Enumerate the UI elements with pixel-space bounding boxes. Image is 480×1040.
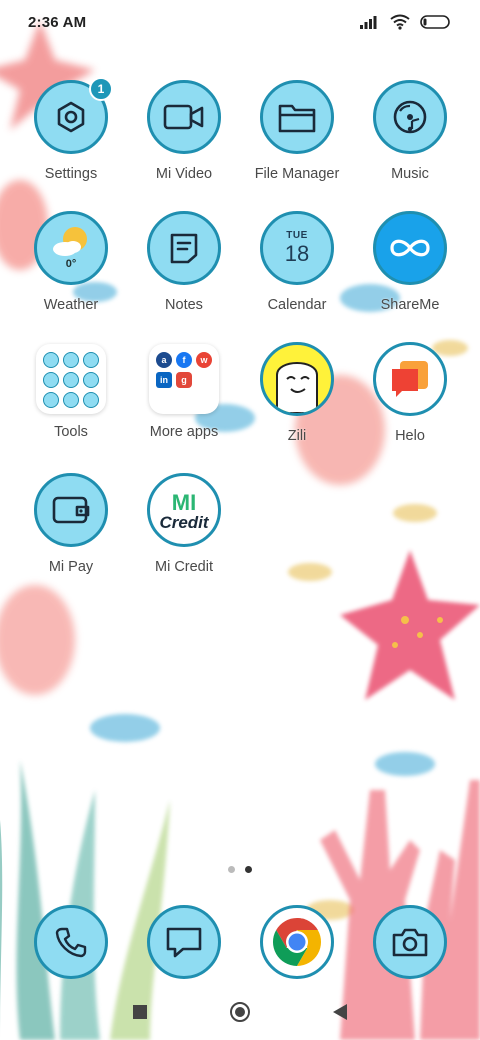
mini-linkedin-icon: in xyxy=(156,372,172,388)
weather-sun-cloud-icon: 0° xyxy=(34,211,108,285)
app-shareme[interactable]: ShareMe xyxy=(355,211,465,313)
helo-chat-icon xyxy=(373,342,447,416)
message-icon xyxy=(147,905,221,979)
page-dot[interactable] xyxy=(228,866,235,873)
app-label: Helo xyxy=(395,428,425,444)
folder-mini-icon xyxy=(43,372,59,388)
status-icons xyxy=(360,14,452,30)
app-label: Settings xyxy=(44,166,98,182)
mi-credit-icon: MI Credit xyxy=(147,473,221,547)
navigation-bar xyxy=(0,990,480,1034)
folder-mini-icon xyxy=(83,392,99,408)
app-mi-credit[interactable]: MI Credit Mi Credit xyxy=(129,473,239,575)
music-disc-icon xyxy=(373,80,447,154)
folder-mini-icon xyxy=(63,392,79,408)
status-time: 2:36 AM xyxy=(28,13,87,31)
app-music[interactable]: Music xyxy=(355,80,465,182)
app-zili[interactable]: Zili xyxy=(242,342,352,444)
mini-app-icon: a xyxy=(156,352,172,368)
folder-icon xyxy=(260,80,334,154)
app-settings[interactable]: 1 Settings xyxy=(16,77,126,182)
more-apps-folder-icon: a f w in g xyxy=(149,344,219,414)
app-notes[interactable]: Notes xyxy=(129,211,239,313)
calendar-day: 18 xyxy=(284,241,310,266)
app-mi-video[interactable]: Mi Video xyxy=(129,80,239,182)
app-calendar[interactable]: TUE 18 Calendar xyxy=(242,211,352,313)
dock-messages[interactable] xyxy=(129,905,239,979)
app-label: Zili xyxy=(287,428,307,444)
dock-camera[interactable] xyxy=(355,905,465,979)
app-label: ShareMe xyxy=(380,297,440,313)
app-more-apps-folder[interactable]: a f w in g More apps xyxy=(129,342,239,440)
folder-mini-icon xyxy=(43,392,59,408)
dock-phone[interactable] xyxy=(16,905,126,979)
app-label: Tools xyxy=(54,424,88,440)
folder-mini-icon xyxy=(63,372,79,388)
settings-hexagon-icon: 1 xyxy=(34,77,113,154)
zili-face-icon xyxy=(260,342,334,416)
recents-button[interactable] xyxy=(122,1000,158,1024)
camera-icon xyxy=(373,905,447,979)
video-camera-icon xyxy=(147,80,221,154)
folder-mini-icon xyxy=(83,352,99,368)
wifi-icon xyxy=(390,14,410,30)
back-triangle-icon xyxy=(333,1004,347,1020)
phone-icon xyxy=(34,905,108,979)
app-label: Notes xyxy=(165,297,203,313)
app-label: Music xyxy=(391,166,429,182)
app-file-manager[interactable]: File Manager xyxy=(242,80,352,182)
page-indicator xyxy=(0,866,480,873)
app-label: Mi Video xyxy=(155,166,213,182)
app-label: More apps xyxy=(149,424,219,440)
folder-mini-icon xyxy=(43,352,59,368)
weather-temperature: 0° xyxy=(65,258,77,270)
mi-credit-logo-bottom: Credit xyxy=(159,513,209,532)
app-label: Weather xyxy=(43,297,99,313)
page-dot-active[interactable] xyxy=(245,866,252,873)
signal-icon xyxy=(360,15,380,29)
mini-facebook-icon: f xyxy=(176,352,192,368)
calendar-icon: TUE 18 xyxy=(260,211,334,285)
home-button[interactable] xyxy=(222,1000,258,1024)
folder-mini-icon xyxy=(63,352,79,368)
home-circle-icon xyxy=(230,1002,250,1022)
battery-icon xyxy=(420,14,452,30)
status-bar: 2:36 AM xyxy=(0,0,480,44)
tools-folder-icon xyxy=(36,344,106,414)
mini-wps-icon: w xyxy=(196,352,212,368)
notes-icon xyxy=(147,211,221,285)
app-tools-folder[interactable]: Tools xyxy=(16,342,126,440)
app-label: File Manager xyxy=(254,166,340,182)
shareme-infinity-icon xyxy=(373,211,447,285)
mini-g-icon: g xyxy=(176,372,192,388)
back-button[interactable] xyxy=(322,1000,358,1024)
chrome-icon xyxy=(260,905,334,979)
square-icon xyxy=(133,1005,147,1019)
app-helo[interactable]: Helo xyxy=(355,342,465,444)
mi-credit-logo-top: MI xyxy=(171,490,197,515)
notification-badge: 1 xyxy=(89,77,113,101)
app-label: Mi Credit xyxy=(154,559,213,575)
wallet-icon xyxy=(34,473,108,547)
app-mi-pay[interactable]: Mi Pay xyxy=(16,473,126,575)
folder-mini-icon xyxy=(83,372,99,388)
dock-chrome[interactable] xyxy=(242,905,352,979)
app-label: Calendar xyxy=(267,297,327,313)
app-label: Mi Pay xyxy=(48,559,94,575)
app-weather[interactable]: 0° Weather xyxy=(16,211,126,313)
